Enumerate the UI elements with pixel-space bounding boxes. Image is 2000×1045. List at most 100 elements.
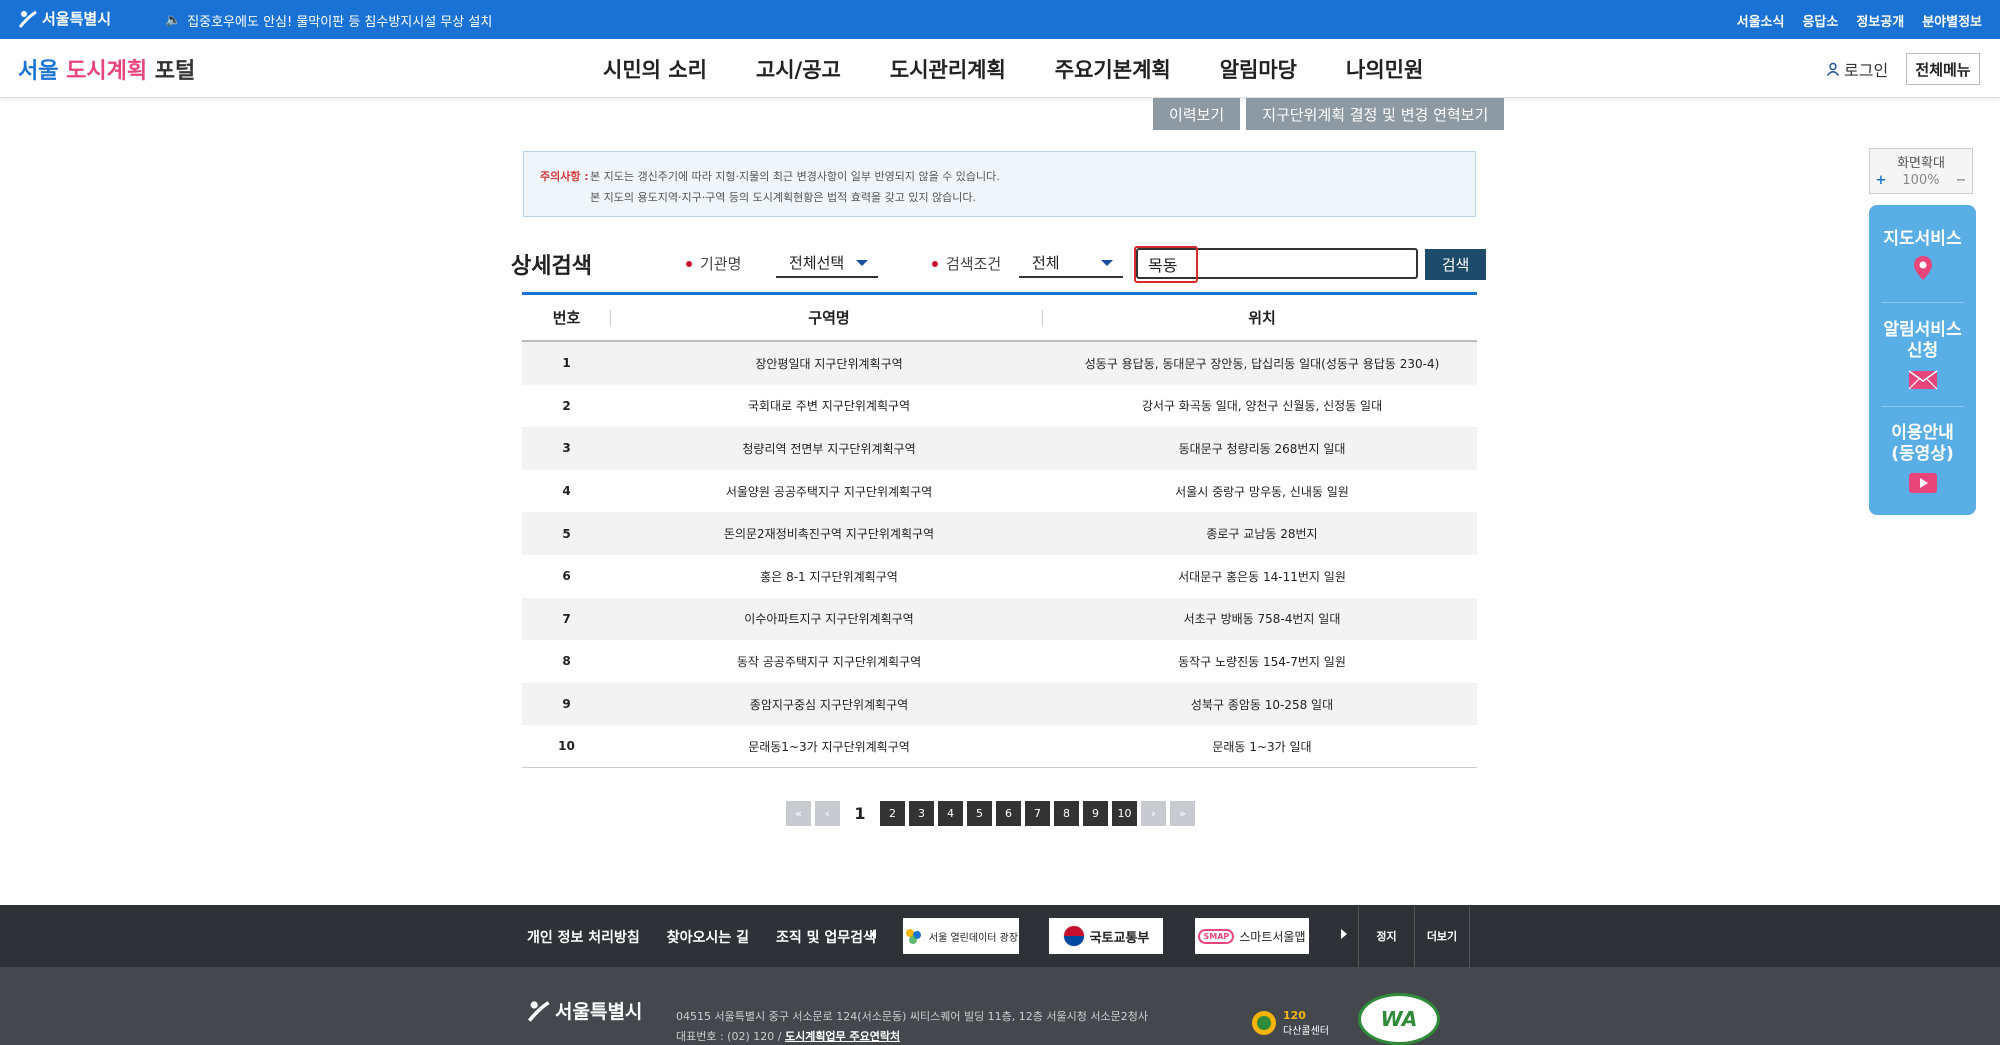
- banner-stop-button[interactable]: 정지: [1358, 905, 1414, 967]
- table-row[interactable]: 3 청량리역 전면부 지구단위계획구역 동대문구 청량리동 268번지 일대: [522, 427, 1477, 470]
- play-icon: [1908, 473, 1937, 493]
- privacy-policy-link[interactable]: 개인 정보 처리방침: [527, 927, 640, 947]
- banner-smart-map[interactable]: SMAP 스마트서울맵: [1195, 918, 1309, 954]
- org-select[interactable]: 전체선택: [776, 248, 878, 278]
- banner-prev-icon[interactable]: [870, 929, 876, 939]
- top-link-response[interactable]: 응답소: [1802, 11, 1838, 30]
- directions-link[interactable]: 찾아오시는 길: [667, 927, 749, 947]
- table-row[interactable]: 10 문래동1~3가 지구단위계획구역 문래동 1~3가 일대: [522, 725, 1477, 768]
- seoul-logo-icon: [527, 1000, 550, 1022]
- nav-urban-plan[interactable]: 도시관리계획: [890, 54, 1006, 84]
- zoom-control: 화면확대 + 100% −: [1869, 148, 1973, 194]
- page-button-9[interactable]: 9: [1083, 801, 1108, 826]
- nav-notice[interactable]: 고시/공고: [756, 54, 841, 84]
- nav-citizen-voice[interactable]: 시민의 소리: [603, 54, 707, 84]
- table-row[interactable]: 4 서울양원 공공주택지구 지구단위계획구역 서울시 중랑구 망우동, 신내동 일원: [522, 470, 1477, 513]
- org-label: 기관명: [686, 253, 741, 274]
- prev-page-button[interactable]: ‹: [815, 801, 840, 826]
- zoom-in-button[interactable]: +: [1874, 173, 1888, 188]
- top-notice[interactable]: 🔈 집중호우에도 안심! 물막이판 등 침수방지시설 무상 설치: [165, 11, 492, 30]
- seoul-logo-text: 서울특별시: [42, 10, 112, 28]
- header-name: 구역명: [808, 309, 850, 327]
- quick-guide-video[interactable]: 이용안내 (동영상): [1869, 423, 1976, 499]
- main-nav: 시민의 소리 고시/공고 도시관리계획 주요기본계획 알림마당 나의민원: [603, 54, 1472, 84]
- user-icon: [1826, 62, 1840, 76]
- footer-seoul-logo: 서울특별시: [527, 997, 642, 1024]
- quick-menu: 지도서비스 알림서비스 신청 이용안내 (동영상): [1869, 205, 1976, 515]
- history-tabs: 이력보기 지구단위계획 결정 및 변경 연혁보기: [1153, 98, 1505, 130]
- korea-emblem-icon: [1063, 925, 1085, 947]
- top-bar: 서울특별시 🔈 집중호우에도 안심! 물막이판 등 침수방지시설 무상 설치 서…: [0, 0, 2000, 39]
- nav-my-petition[interactable]: 나의민원: [1346, 54, 1423, 84]
- quick-divider: [1881, 302, 1964, 303]
- header-location: 위치: [1248, 309, 1276, 327]
- first-page-button[interactable]: «: [786, 801, 811, 826]
- page-button-8[interactable]: 8: [1054, 801, 1079, 826]
- nav-alerts[interactable]: 알림마당: [1220, 54, 1297, 84]
- quick-alert-service[interactable]: 알림서비스 신청: [1869, 320, 1976, 396]
- open-data-logo-icon: [905, 929, 921, 944]
- seoul-logo[interactable]: 서울특별시: [18, 8, 111, 29]
- next-page-button[interactable]: ›: [1141, 801, 1166, 826]
- table-row[interactable]: 7 이수아파트지구 지구단위계획구역 서초구 방배동 758-4번지 일대: [522, 597, 1477, 641]
- bullet-icon: [686, 260, 692, 267]
- top-notice-text: 집중호우에도 안심! 물막이판 등 침수방지시설 무상 설치: [187, 15, 493, 30]
- footer-links: 개인 정보 처리방침 찾아오시는 길 조직 및 업무검색: [527, 927, 876, 947]
- page-button-4[interactable]: 4: [938, 801, 963, 826]
- zoom-out-button[interactable]: −: [1954, 173, 1968, 188]
- caution-line-1: 본 지도는 갱신주기에 따라 지형·지물의 최근 변경사항이 일부 반영되지 않…: [590, 170, 1000, 183]
- banner-more-button[interactable]: 더보기: [1414, 905, 1470, 967]
- chevron-down-icon: [1101, 260, 1113, 266]
- current-page: 1: [854, 804, 866, 823]
- page-button-2[interactable]: 2: [880, 801, 905, 826]
- table-header: 번호 구역명 위치: [522, 295, 1477, 342]
- dasan-call-center: 120 다산콜센터: [1251, 1009, 1329, 1037]
- last-page-button[interactable]: »: [1170, 801, 1195, 826]
- caution-box: 주의사항 : 본 지도는 갱신주기에 따라 지형·지물의 최근 변경사항이 일부…: [523, 151, 1476, 217]
- condition-label: 검색조건: [932, 253, 1001, 274]
- table-row[interactable]: 2 국회대로 주변 지구단위계획구역 강서구 화곡동 일대, 양천구 신월동, 신정…: [522, 385, 1477, 428]
- banner-open-data[interactable]: 서울 열린데이터 광장: [903, 918, 1019, 954]
- page-button-7[interactable]: 7: [1025, 801, 1050, 826]
- table-row[interactable]: 8 동작 공공주택지구 지구단위계획구역 동작구 노량진동 154-7번지 일원: [522, 640, 1477, 683]
- history-button[interactable]: 이력보기: [1153, 98, 1241, 130]
- search-title: 상세검색: [511, 254, 592, 279]
- table-row[interactable]: 9 종암지구중심 지구단위계획구역 성북구 종암동 10-258 일대: [522, 682, 1477, 726]
- pagination: « ‹ 1 2 3 4 5 6 7 8 9 10 › »: [786, 801, 1195, 826]
- top-links: 서울소식 응답소 정보공개 분야별정보: [1737, 11, 1982, 30]
- table-row[interactable]: 5 돈의문2재정비촉진구역 지구단위계획구역 종로구 교남동 28번지: [522, 512, 1477, 555]
- login-label: 로그인: [1844, 61, 1889, 80]
- bullet-icon: [932, 260, 938, 267]
- all-menu-button[interactable]: 전체메뉴: [1906, 53, 1980, 85]
- site-title[interactable]: 서울 도시계획 포털: [18, 53, 195, 85]
- table-row[interactable]: 1 장안평일대 지구단위계획구역 성동구 용답동, 동대문구 장안동, 답십리동 일…: [522, 342, 1477, 385]
- quick-map-service[interactable]: 지도서비스: [1869, 229, 1976, 287]
- banner-molit[interactable]: 국토교통부: [1049, 918, 1163, 954]
- login-link[interactable]: 로그인: [1826, 57, 1888, 81]
- page-button-6[interactable]: 6: [996, 801, 1021, 826]
- seoul-logo-icon: [18, 10, 37, 28]
- page-button-5[interactable]: 5: [967, 801, 992, 826]
- table-row[interactable]: 6 홍은 8-1 지구단위계획구역 서대문구 홍은동 14-11번지 일원: [522, 555, 1477, 598]
- top-link-news[interactable]: 서울소식: [1737, 11, 1785, 30]
- search-input[interactable]: [1136, 248, 1418, 279]
- call-center-logo-icon: [1252, 1011, 1276, 1035]
- search-button[interactable]: 검색: [1425, 249, 1486, 280]
- top-link-disclosure[interactable]: 정보공개: [1856, 11, 1904, 30]
- banner-next-icon[interactable]: [1341, 929, 1347, 939]
- nav-basic-plan[interactable]: 주요기본계획: [1055, 54, 1171, 84]
- history-timeline-button[interactable]: 지구단위계획 결정 및 변경 연혁보기: [1246, 98, 1505, 130]
- web-accessibility-mark: WA: [1358, 993, 1440, 1045]
- contact-link[interactable]: 도시계획업무 주요연락처: [785, 1030, 900, 1043]
- mail-icon: [1908, 370, 1937, 390]
- header-divider: [610, 310, 611, 326]
- map-pin-icon: [1913, 256, 1932, 280]
- condition-select[interactable]: 전체: [1019, 248, 1123, 278]
- page-button-3[interactable]: 3: [909, 801, 934, 826]
- top-link-category[interactable]: 분야별정보: [1922, 11, 1982, 30]
- site-header: 서울 도시계획 포털 시민의 소리 고시/공고 도시관리계획 주요기본계획 알림…: [0, 39, 2000, 98]
- org-search-link[interactable]: 조직 및 업무검색: [776, 927, 876, 947]
- speaker-icon: 🔈: [165, 13, 182, 28]
- header-no: 번호: [552, 309, 581, 327]
- page-button-10[interactable]: 10: [1112, 801, 1137, 826]
